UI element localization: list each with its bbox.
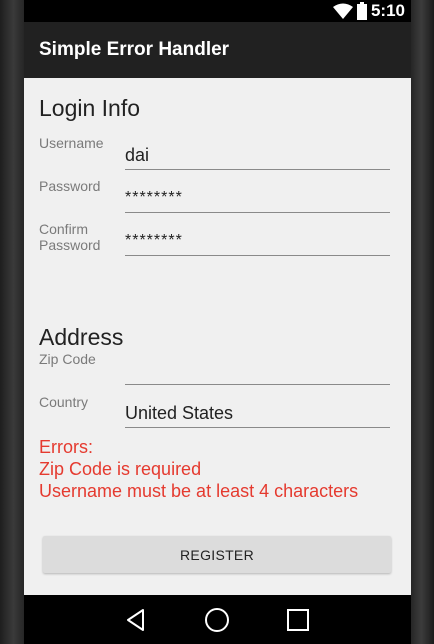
country-input[interactable] [125, 399, 390, 428]
confirm-password-label-line1: Confirm [39, 221, 89, 237]
app-bar: Simple Error Handler [24, 22, 411, 78]
form-content: Login Info Username Password Confirm Pas… [24, 78, 411, 595]
home-icon[interactable] [202, 605, 232, 635]
confirm-password-label-line2: Password [39, 237, 101, 253]
username-input[interactable] [125, 141, 390, 170]
confirm-password-label: Confirm Password [39, 221, 100, 253]
wifi-icon [332, 3, 353, 19]
device-frame-left [0, 0, 24, 644]
zip-code-label: Zip Code [39, 351, 96, 367]
username-label: Username [39, 135, 104, 151]
battery-icon [356, 2, 367, 20]
app-title: Simple Error Handler [39, 39, 230, 60]
password-input[interactable] [125, 184, 390, 213]
country-label: Country [39, 394, 89, 410]
zip-code-input[interactable] [125, 356, 390, 385]
recents-icon[interactable] [283, 605, 313, 635]
status-bar: 5:10 [24, 0, 411, 22]
password-label: Password [39, 178, 101, 194]
error-messages: Errors: Zip Code is required Username mu… [39, 436, 399, 502]
error-message-username: Username must be at least 4 characters [39, 481, 359, 501]
errors-heading: Errors: [39, 437, 93, 457]
register-button[interactable]: REGISTER [43, 536, 391, 573]
status-clock: 5:10 [370, 1, 405, 20]
confirm-password-input[interactable] [125, 227, 390, 256]
error-message-zip: Zip Code is required [39, 459, 202, 479]
address-title: Address [39, 324, 124, 350]
navigation-bar [24, 595, 411, 644]
device-frame-right [411, 0, 434, 644]
login-info-title: Login Info [39, 95, 141, 121]
back-icon[interactable] [121, 605, 151, 635]
status-icons: 5:10 [332, 1, 405, 21]
